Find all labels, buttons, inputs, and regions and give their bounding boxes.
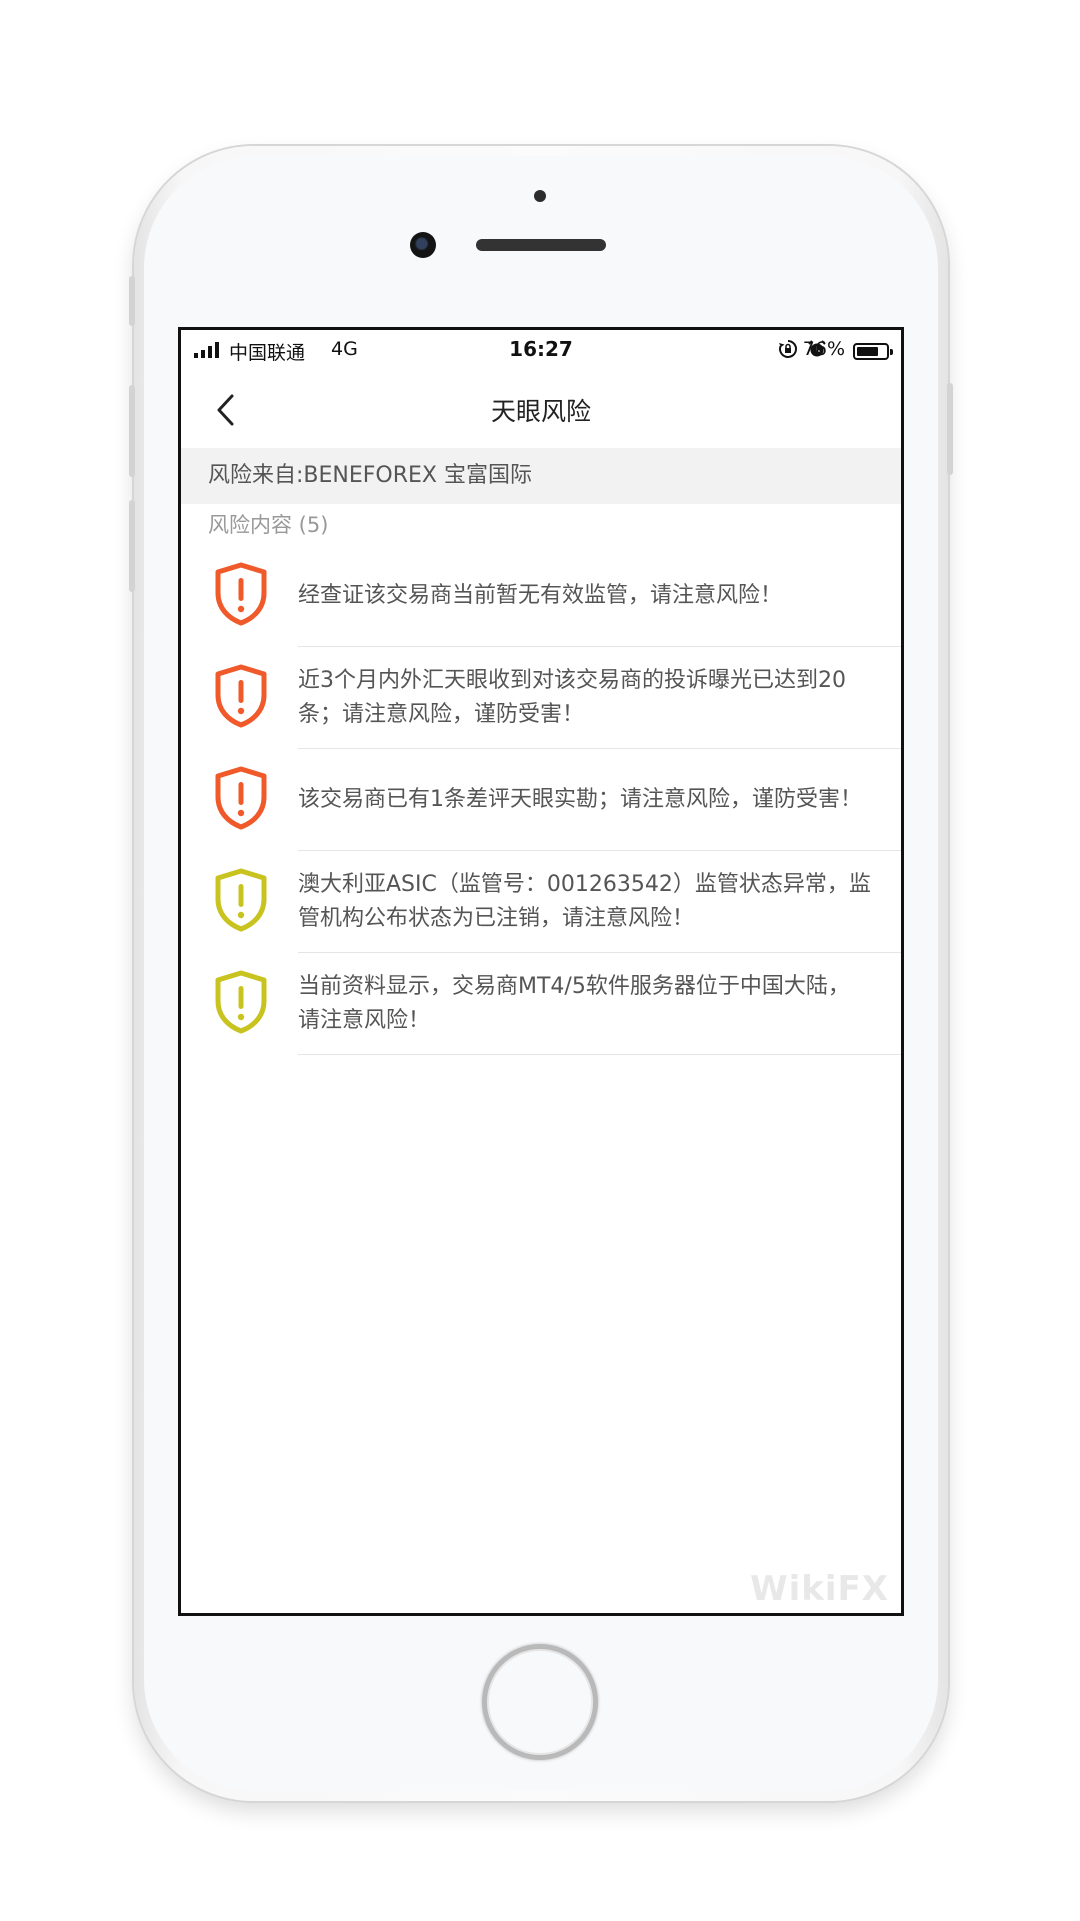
risk-item-5: 当前资料显示，交易商MT4/5软件服务器位于中国大陆，请注意风险！ [181, 953, 901, 1055]
divider [298, 1054, 901, 1055]
volume-up-button [129, 385, 135, 477]
watermark: WikiFX [750, 1569, 889, 1609]
risk-text: 经查证该交易商当前暂无有效监管，请注意风险！ [298, 583, 783, 608]
risk-item-2: 近3个月内外汇天眼收到对该交易商的投诉曝光已达到20条；请注意风险，谨防受害！ [181, 647, 901, 749]
risk-text: 近3个月内外汇天眼收到对该交易商的投诉曝光已达到20条；请注意风险，谨防受害！ [298, 668, 846, 727]
power-button [947, 383, 953, 475]
risk-source-bar: 风险来自:BENEFOREX 宝富国际 [181, 448, 901, 504]
section-title: 风险内容 (5) [208, 513, 329, 537]
risk-text: 该交易商已有1条差评天眼实勘；请注意风险，谨防受害！ [298, 787, 862, 812]
shield-alert-icon [215, 766, 267, 830]
earpiece-speaker [476, 239, 606, 251]
shield-alert-icon [215, 868, 267, 932]
page-title: 天眼风险 [490, 397, 591, 426]
mute-switch [129, 276, 135, 326]
shield-alert-icon [215, 970, 267, 1034]
shield-alert-icon [215, 562, 267, 626]
risk-item-1: 经查证该交易商当前暂无有效监管，请注意风险！ [181, 545, 901, 647]
shield-alert-icon [215, 664, 267, 728]
risk-text: 当前资料显示，交易商MT4/5软件服务器位于中国大陆，请注意风险！ [298, 974, 850, 1033]
front-camera [410, 232, 436, 258]
risk-item-4: 澳大利亚ASIC（监管号：001263542）监管状态异常，监管机构公布状态为已… [181, 851, 901, 953]
risk-item-3: 该交易商已有1条差评天眼实勘；请注意风险，谨防受害！ [181, 749, 901, 851]
risk-text: 澳大利亚ASIC（监管号：001263542）监管状态异常，监管机构公布状态为已… [298, 872, 871, 931]
proximity-sensor [534, 190, 546, 202]
volume-down-button [129, 500, 135, 592]
rotation-lock-icon [778, 340, 797, 358]
battery-icon [853, 343, 893, 360]
nav-bar: 天眼风险 [181, 370, 901, 448]
battery-percent: 76% [802, 338, 845, 360]
app-screen: 中国联通 4G 16:27 76% 天眼风险 风险来自:BENEFOREX 宝富… [178, 327, 904, 1616]
status-bar: 中国联通 4G 16:27 76% [181, 330, 901, 370]
risk-list: 经查证该交易商当前暂无有效监管，请注意风险！ 近3个月内外汇天眼收到对该交易商的… [181, 545, 901, 1055]
home-button[interactable] [482, 1644, 598, 1760]
battery-fill [857, 347, 879, 356]
